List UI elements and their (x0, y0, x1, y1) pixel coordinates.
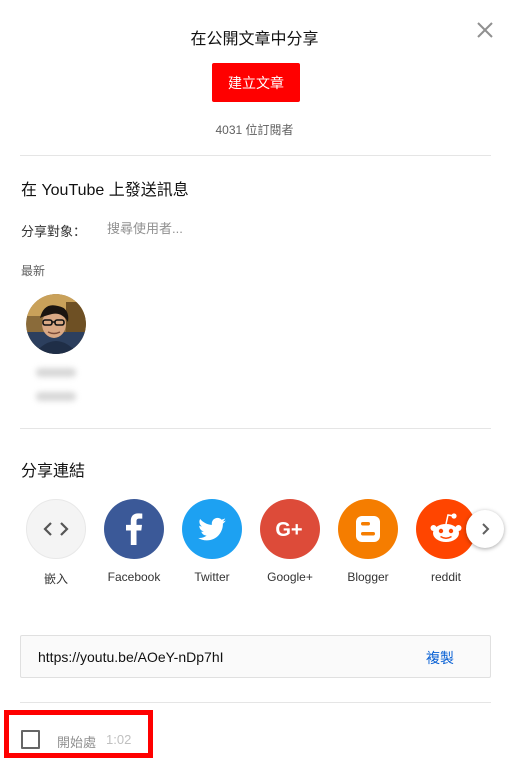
start-at-time[interactable]: 1:02 (106, 732, 131, 747)
message-section-title: 在 YouTube 上發送訊息 (21, 182, 189, 199)
start-at-checkbox[interactable] (21, 730, 40, 749)
share-embed[interactable]: 嵌入 (16, 499, 96, 587)
avatar-photo (26, 294, 86, 354)
share-next-button[interactable] (466, 510, 504, 548)
dialog-title: 在公開文章中分享 (190, 31, 319, 48)
share-url[interactable]: https://youtu.be/AOeY-nDp7hI (38, 649, 224, 665)
share-google-plus[interactable]: G+ Google+ (250, 499, 330, 584)
share-label-google-plus: Google+ (267, 570, 313, 584)
user-search-input[interactable] (104, 216, 310, 240)
google-plus-icon: G+ (260, 499, 320, 559)
facebook-icon (104, 499, 164, 559)
share-twitter[interactable]: Twitter (172, 499, 252, 584)
share-facebook[interactable]: Facebook (94, 499, 174, 584)
share-label-twitter: Twitter (194, 570, 230, 584)
blogger-icon (338, 499, 398, 559)
share-label-reddit: reddit (430, 570, 462, 584)
recent-label: 最新 (21, 264, 46, 278)
share-to-label: 分享對象： (21, 224, 87, 239)
contact-name-blurred-2 (36, 392, 76, 401)
share-label-facebook: Facebook (107, 570, 161, 584)
copy-button[interactable]: 複製 (426, 648, 454, 668)
share-url-box: https://youtu.be/AOeY-nDp7hI 複製 (20, 635, 491, 678)
subscriber-count: 4031 位訂閱者 (215, 123, 294, 137)
share-label-blogger: Blogger (347, 570, 389, 584)
contact-name-blurred (36, 368, 76, 377)
share-dialog: 在公開文章中分享 建立文章 4031 位訂閱者 在 YouTube 上發送訊息 … (0, 0, 509, 764)
share-section-title: 分享連結 (21, 463, 86, 480)
share-label-embed: 嵌入 (43, 572, 68, 586)
chevron-right-icon (482, 523, 490, 535)
create-post-button[interactable]: 建立文章 (212, 63, 300, 102)
start-at-label: 開始處 (57, 735, 97, 750)
divider-top (20, 155, 491, 156)
embed-icon (26, 499, 86, 559)
close-icon (477, 22, 493, 38)
divider-bottom (20, 702, 491, 703)
recent-contact-avatar[interactable] (26, 294, 86, 354)
close-button[interactable] (474, 19, 496, 41)
svg-text:G+: G+ (275, 519, 302, 541)
share-blogger[interactable]: Blogger (328, 499, 408, 584)
divider-middle (20, 428, 491, 429)
twitter-icon (182, 499, 242, 559)
